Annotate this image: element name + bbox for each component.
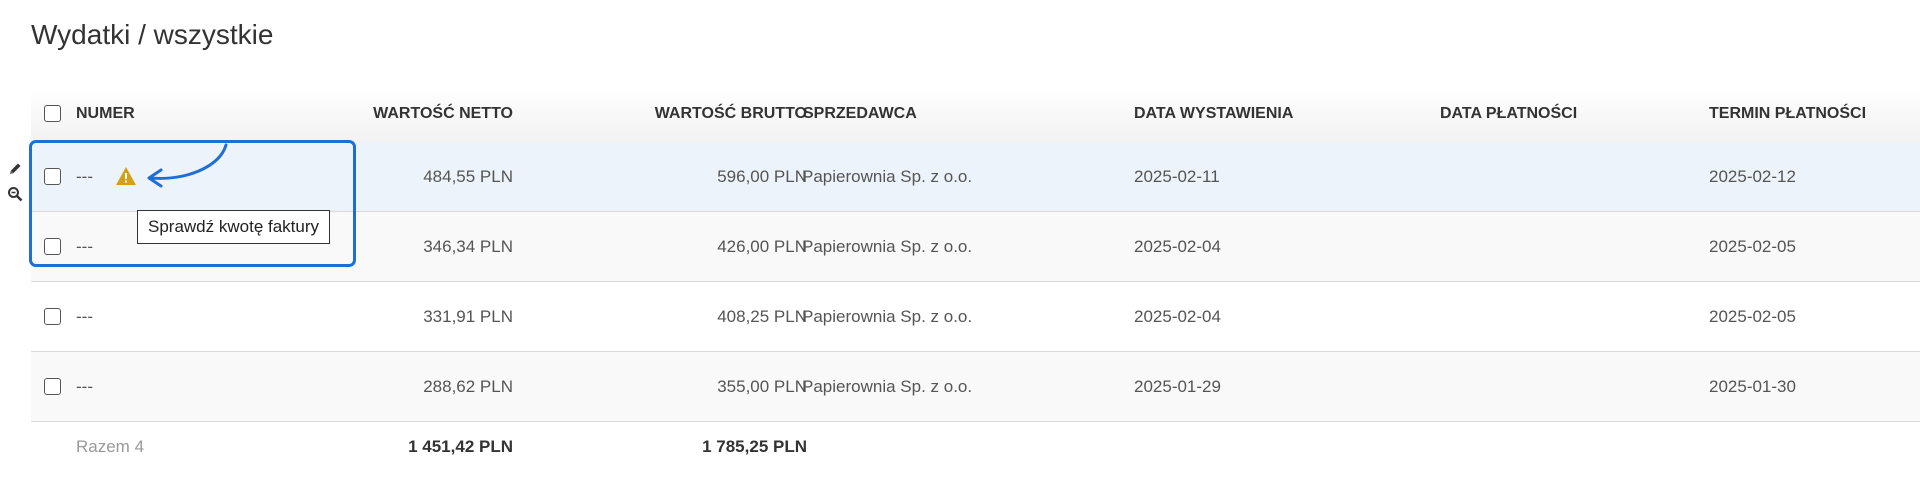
cell-brutto: 426,00 PLN (717, 237, 807, 256)
cell-sprzedawca: Papierownia Sp. z o.o. (802, 167, 973, 186)
cell-brutto: 355,00 PLN (717, 377, 807, 396)
cell-data-wystawienia: 2025-02-04 (1134, 237, 1221, 256)
cell-data-wystawienia: 2025-02-04 (1134, 307, 1221, 326)
select-all-checkbox[interactable] (44, 105, 61, 122)
cell-sprzedawca: Papierownia Sp. z o.o. (802, 307, 973, 326)
column-header-sprzedawca[interactable]: SPRZEDAWCA (803, 86, 917, 142)
annotation-arrow (147, 143, 228, 188)
cell-brutto: 596,00 PLN (717, 167, 807, 186)
table-footer: Razem 4 1 451,42 PLN 1 785,25 PLN (31, 422, 1920, 472)
cell-netto: 288,62 PLN (423, 377, 513, 396)
row-checkbox[interactable] (44, 308, 61, 325)
row-checkbox[interactable] (44, 378, 61, 395)
column-header-data-platnosci[interactable]: DATA PŁATNOŚCI (1440, 86, 1577, 142)
cell-data-wystawienia: 2025-02-11 (1134, 167, 1220, 186)
table-row[interactable]: --- 288,62 PLN 355,00 PLN Papierownia Sp… (31, 352, 1920, 422)
table-row[interactable]: --- 331,91 PLN 408,25 PLN Papierownia Sp… (31, 282, 1920, 352)
column-header-numer[interactable]: NUMER (76, 86, 135, 142)
cell-sprzedawca: Papierownia Sp. z o.o. (802, 377, 973, 396)
cell-termin-platnosci: 2025-02-05 (1709, 307, 1796, 326)
cell-sprzedawca: Papierownia Sp. z o.o. (802, 237, 973, 256)
footer-brutto-total: 1 785,25 PLN (702, 437, 807, 456)
cell-netto: 331,91 PLN (423, 307, 513, 326)
warning-tooltip: Sprawdź kwotę faktury (137, 210, 331, 244)
cell-brutto: 408,25 PLN (717, 307, 807, 326)
page-title: Wydatki / wszystkie (31, 19, 274, 50)
zoom-icon[interactable] (7, 186, 23, 202)
cell-termin-platnosci: 2025-02-05 (1709, 237, 1796, 256)
table-header: NUMER WARTOŚĆ NETTO WARTOŚĆ BRUTTO SPRZE… (31, 86, 1920, 142)
column-header-brutto[interactable]: WARTOŚĆ BRUTTO (591, 86, 807, 142)
cell-numer: --- (76, 377, 93, 396)
pencil-icon[interactable] (7, 161, 23, 177)
column-header-netto[interactable]: WARTOŚĆ NETTO (291, 86, 513, 142)
column-header-termin-platnosci[interactable]: TERMIN PŁATNOŚCI (1709, 86, 1866, 142)
cell-data-wystawienia: 2025-01-29 (1134, 377, 1221, 396)
cell-termin-platnosci: 2025-02-12 (1709, 167, 1796, 186)
column-header-data-wystawienia[interactable]: DATA WYSTAWIENIA (1134, 86, 1293, 142)
cell-numer: --- (76, 307, 93, 326)
footer-netto-total: 1 451,42 PLN (408, 437, 513, 456)
cell-termin-platnosci: 2025-01-30 (1709, 377, 1796, 396)
footer-count-label: Razem 4 (76, 437, 145, 456)
